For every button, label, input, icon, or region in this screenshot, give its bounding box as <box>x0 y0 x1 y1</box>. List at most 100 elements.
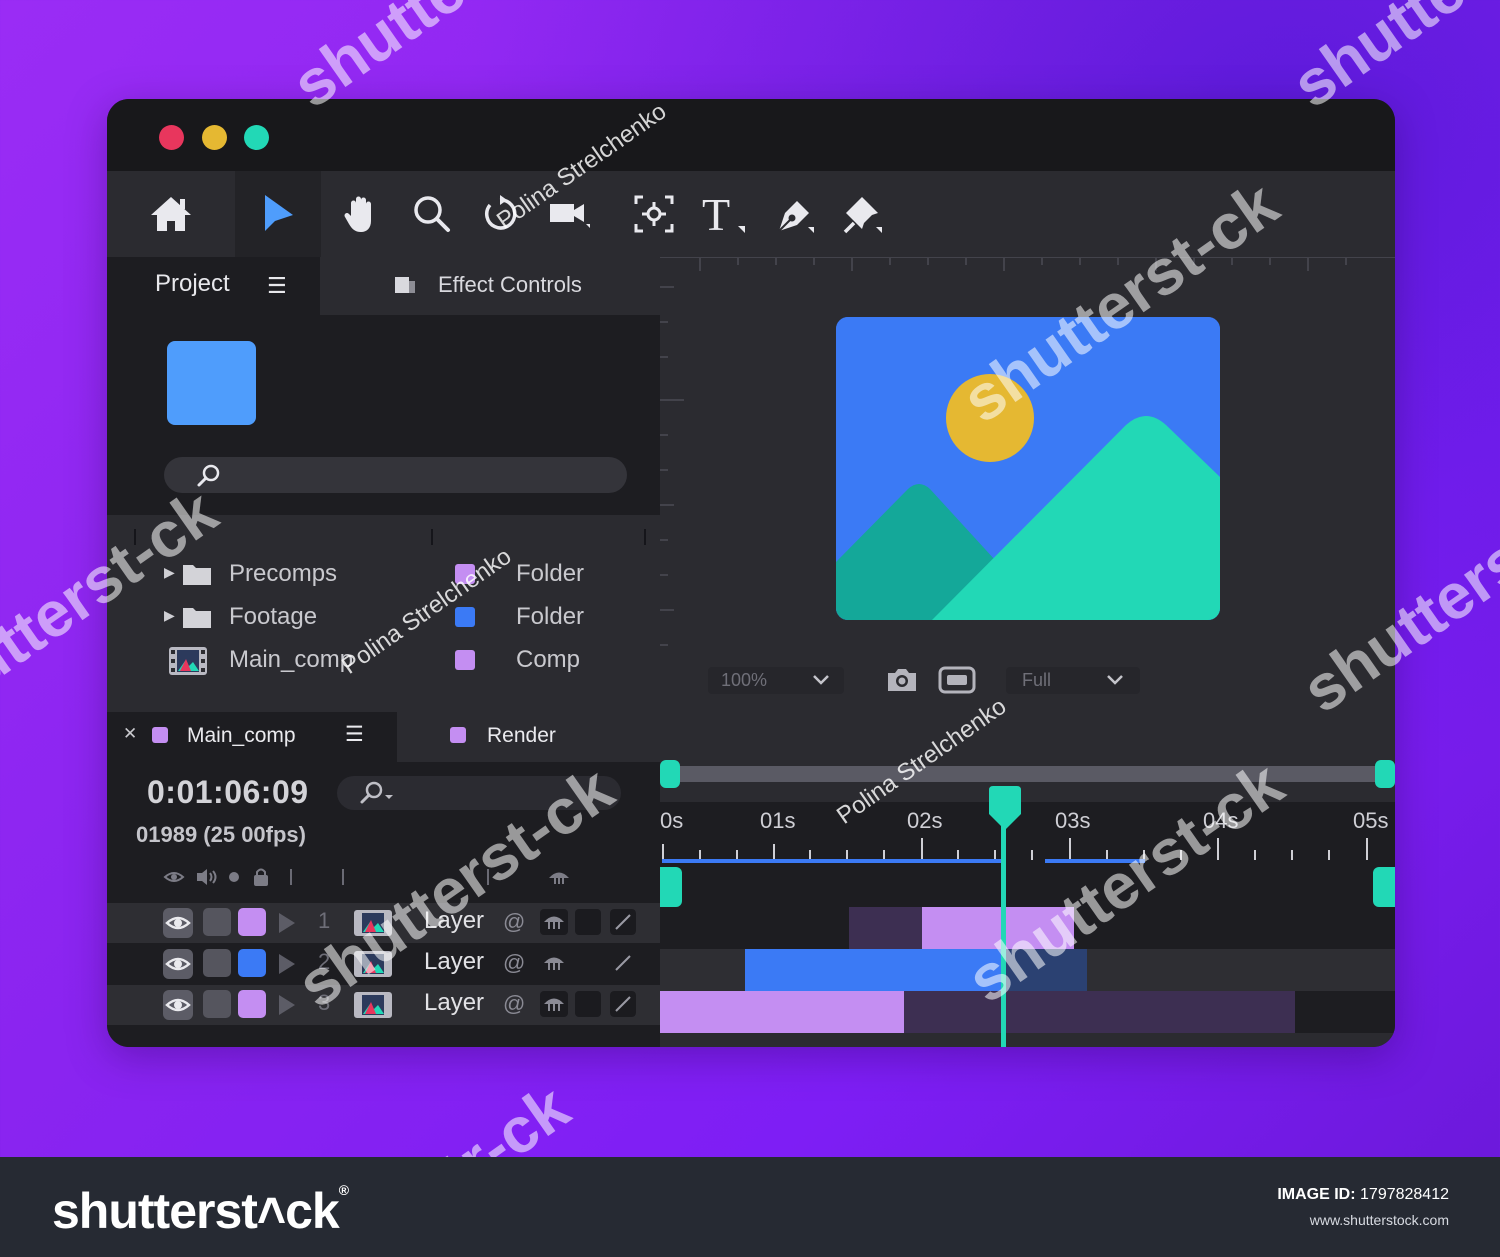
frame-count: 01989 (25 00fps) <box>136 822 306 847</box>
project-search-input[interactable] <box>164 457 627 493</box>
tab-effect-controls[interactable]: Effect Controls <box>320 257 660 315</box>
chevron-down-icon <box>813 675 829 685</box>
tab-project[interactable]: Project ☰ <box>107 257 320 315</box>
label-color-swatch <box>152 727 168 743</box>
home-button[interactable] <box>107 171 235 257</box>
anchor-point-tool-icon <box>634 195 674 233</box>
render-area-end-handle[interactable] <box>1373 867 1395 907</box>
pen-tool-button[interactable] <box>773 171 819 257</box>
zoom-level-select[interactable]: 100% <box>708 667 844 694</box>
expand-arrow-icon[interactable] <box>277 912 297 934</box>
work-area-end-handle[interactable] <box>1375 760 1395 788</box>
expand-arrow-icon[interactable] <box>277 994 297 1016</box>
zoom-tool-button[interactable] <box>409 171 455 257</box>
type-tool-icon: T <box>702 192 745 236</box>
layer-row[interactable]: 3 Layer @ <box>107 985 660 1025</box>
show-snapshot-icon[interactable] <box>938 666 976 694</box>
tab-main-comp[interactable]: ✕ Main_comp ☰ <box>107 712 397 762</box>
svg-text:T: T <box>702 192 730 236</box>
layer-visibility-toggle[interactable] <box>163 908 193 938</box>
hand-tool-button[interactable] <box>337 171 383 257</box>
work-area-start-handle[interactable] <box>660 760 680 788</box>
snapshot-camera-icon[interactable] <box>886 666 918 694</box>
hand-tool-icon <box>344 196 371 232</box>
horizontal-ruler <box>660 257 1395 271</box>
close-window-button[interactable] <box>159 125 184 150</box>
type-tool-button[interactable]: T <box>699 171 749 257</box>
resolution-select[interactable]: Full <box>1006 667 1140 694</box>
image-id: IMAGE ID: 1797828412 <box>1277 1186 1449 1203</box>
pen-tool-icon <box>778 201 814 233</box>
layer-solo-toggle[interactable] <box>203 949 231 977</box>
layer-clip-trim[interactable] <box>849 907 922 949</box>
layer-solo-toggle[interactable] <box>203 990 231 1018</box>
label-color-swatch[interactable] <box>455 650 475 670</box>
visibility-icon <box>163 872 185 882</box>
layer-track <box>660 991 1395 1033</box>
label-color-swatch <box>450 727 466 743</box>
playhead-handle[interactable] <box>985 786 1025 832</box>
selection-tool-icon <box>265 195 293 231</box>
render-area-start-handle[interactable] <box>660 867 682 907</box>
tab-render-label: Render <box>487 724 556 747</box>
eye-icon <box>165 957 191 971</box>
hamburger-icon[interactable]: ☰ <box>267 273 287 299</box>
title-bar <box>107 99 1395 171</box>
audio-icon <box>197 869 217 885</box>
motion-blur-icon[interactable]: @ <box>503 991 525 1017</box>
work-area-bar[interactable] <box>660 760 1395 788</box>
tab-effect-controls-label: Effect Controls <box>438 272 582 297</box>
quality-switch-icon[interactable] <box>610 909 636 935</box>
quality-switch-icon[interactable] <box>610 991 636 1017</box>
current-timecode[interactable]: 0:01:06:09 <box>147 774 309 811</box>
layer-switch[interactable] <box>575 909 601 935</box>
folder-icon <box>183 608 211 628</box>
motion-blur-icon[interactable]: @ <box>503 909 525 935</box>
shy-icon[interactable] <box>540 909 568 935</box>
tab-project-label: Project <box>155 270 230 297</box>
hamburger-icon[interactable]: ☰ <box>345 722 364 747</box>
stock-footer: shutterst˄ck® IMAGE ID: 1797828412 www.s… <box>0 1157 1500 1257</box>
layer-name[interactable]: Layer <box>424 989 484 1017</box>
item-name: Main_comp <box>229 646 354 673</box>
shy-icon[interactable] <box>540 950 568 976</box>
layer-switch[interactable] <box>575 991 601 1017</box>
quality-switch-icon[interactable] <box>610 950 636 976</box>
minimize-window-button[interactable] <box>202 125 227 150</box>
maximize-window-button[interactable] <box>244 125 269 150</box>
layer-solo-toggle[interactable] <box>203 908 231 936</box>
viewer-controls: 100% Full <box>660 662 1395 702</box>
column-divider <box>644 529 646 545</box>
zoom-tool-icon <box>414 196 450 232</box>
puppet-pin-tool-button[interactable] <box>840 171 886 257</box>
home-icon <box>151 197 191 231</box>
solo-icon <box>229 872 239 882</box>
search-icon <box>360 781 393 804</box>
item-type: Folder <box>516 560 585 587</box>
lock-icon <box>254 868 268 886</box>
layer-label-color[interactable] <box>238 990 266 1018</box>
layer-label-color[interactable] <box>238 908 266 936</box>
layer-label-color[interactable] <box>238 949 266 977</box>
expand-arrow-icon[interactable]: ▶ <box>164 607 175 624</box>
shy-icon[interactable] <box>540 991 568 1017</box>
project-tab-bar: Project ☰ Effect Controls <box>107 257 660 315</box>
effect-controls-icon <box>395 277 415 293</box>
layer-visibility-toggle[interactable] <box>163 990 193 1020</box>
zoom-level-value: 100% <box>721 670 768 690</box>
resolution-value: Full <box>1022 670 1052 690</box>
layer-clip[interactable] <box>660 991 904 1033</box>
layer-clip-trim[interactable] <box>904 991 1295 1033</box>
selection-tool-button[interactable] <box>235 171 321 257</box>
layer-visibility-toggle[interactable] <box>163 949 193 979</box>
eye-icon <box>165 998 191 1012</box>
anchor-point-tool-button[interactable] <box>630 171 678 257</box>
label-color-swatch[interactable] <box>455 607 475 627</box>
chevron-down-icon <box>1107 675 1123 685</box>
motion-blur-icon[interactable]: @ <box>503 950 525 976</box>
layer-name[interactable]: Layer <box>424 948 484 976</box>
vertical-ruler <box>660 286 684 646</box>
close-icon[interactable]: ✕ <box>123 724 137 744</box>
tab-render[interactable]: Render <box>397 712 660 762</box>
stock-url: www.shutterstock.com <box>1309 1212 1449 1228</box>
